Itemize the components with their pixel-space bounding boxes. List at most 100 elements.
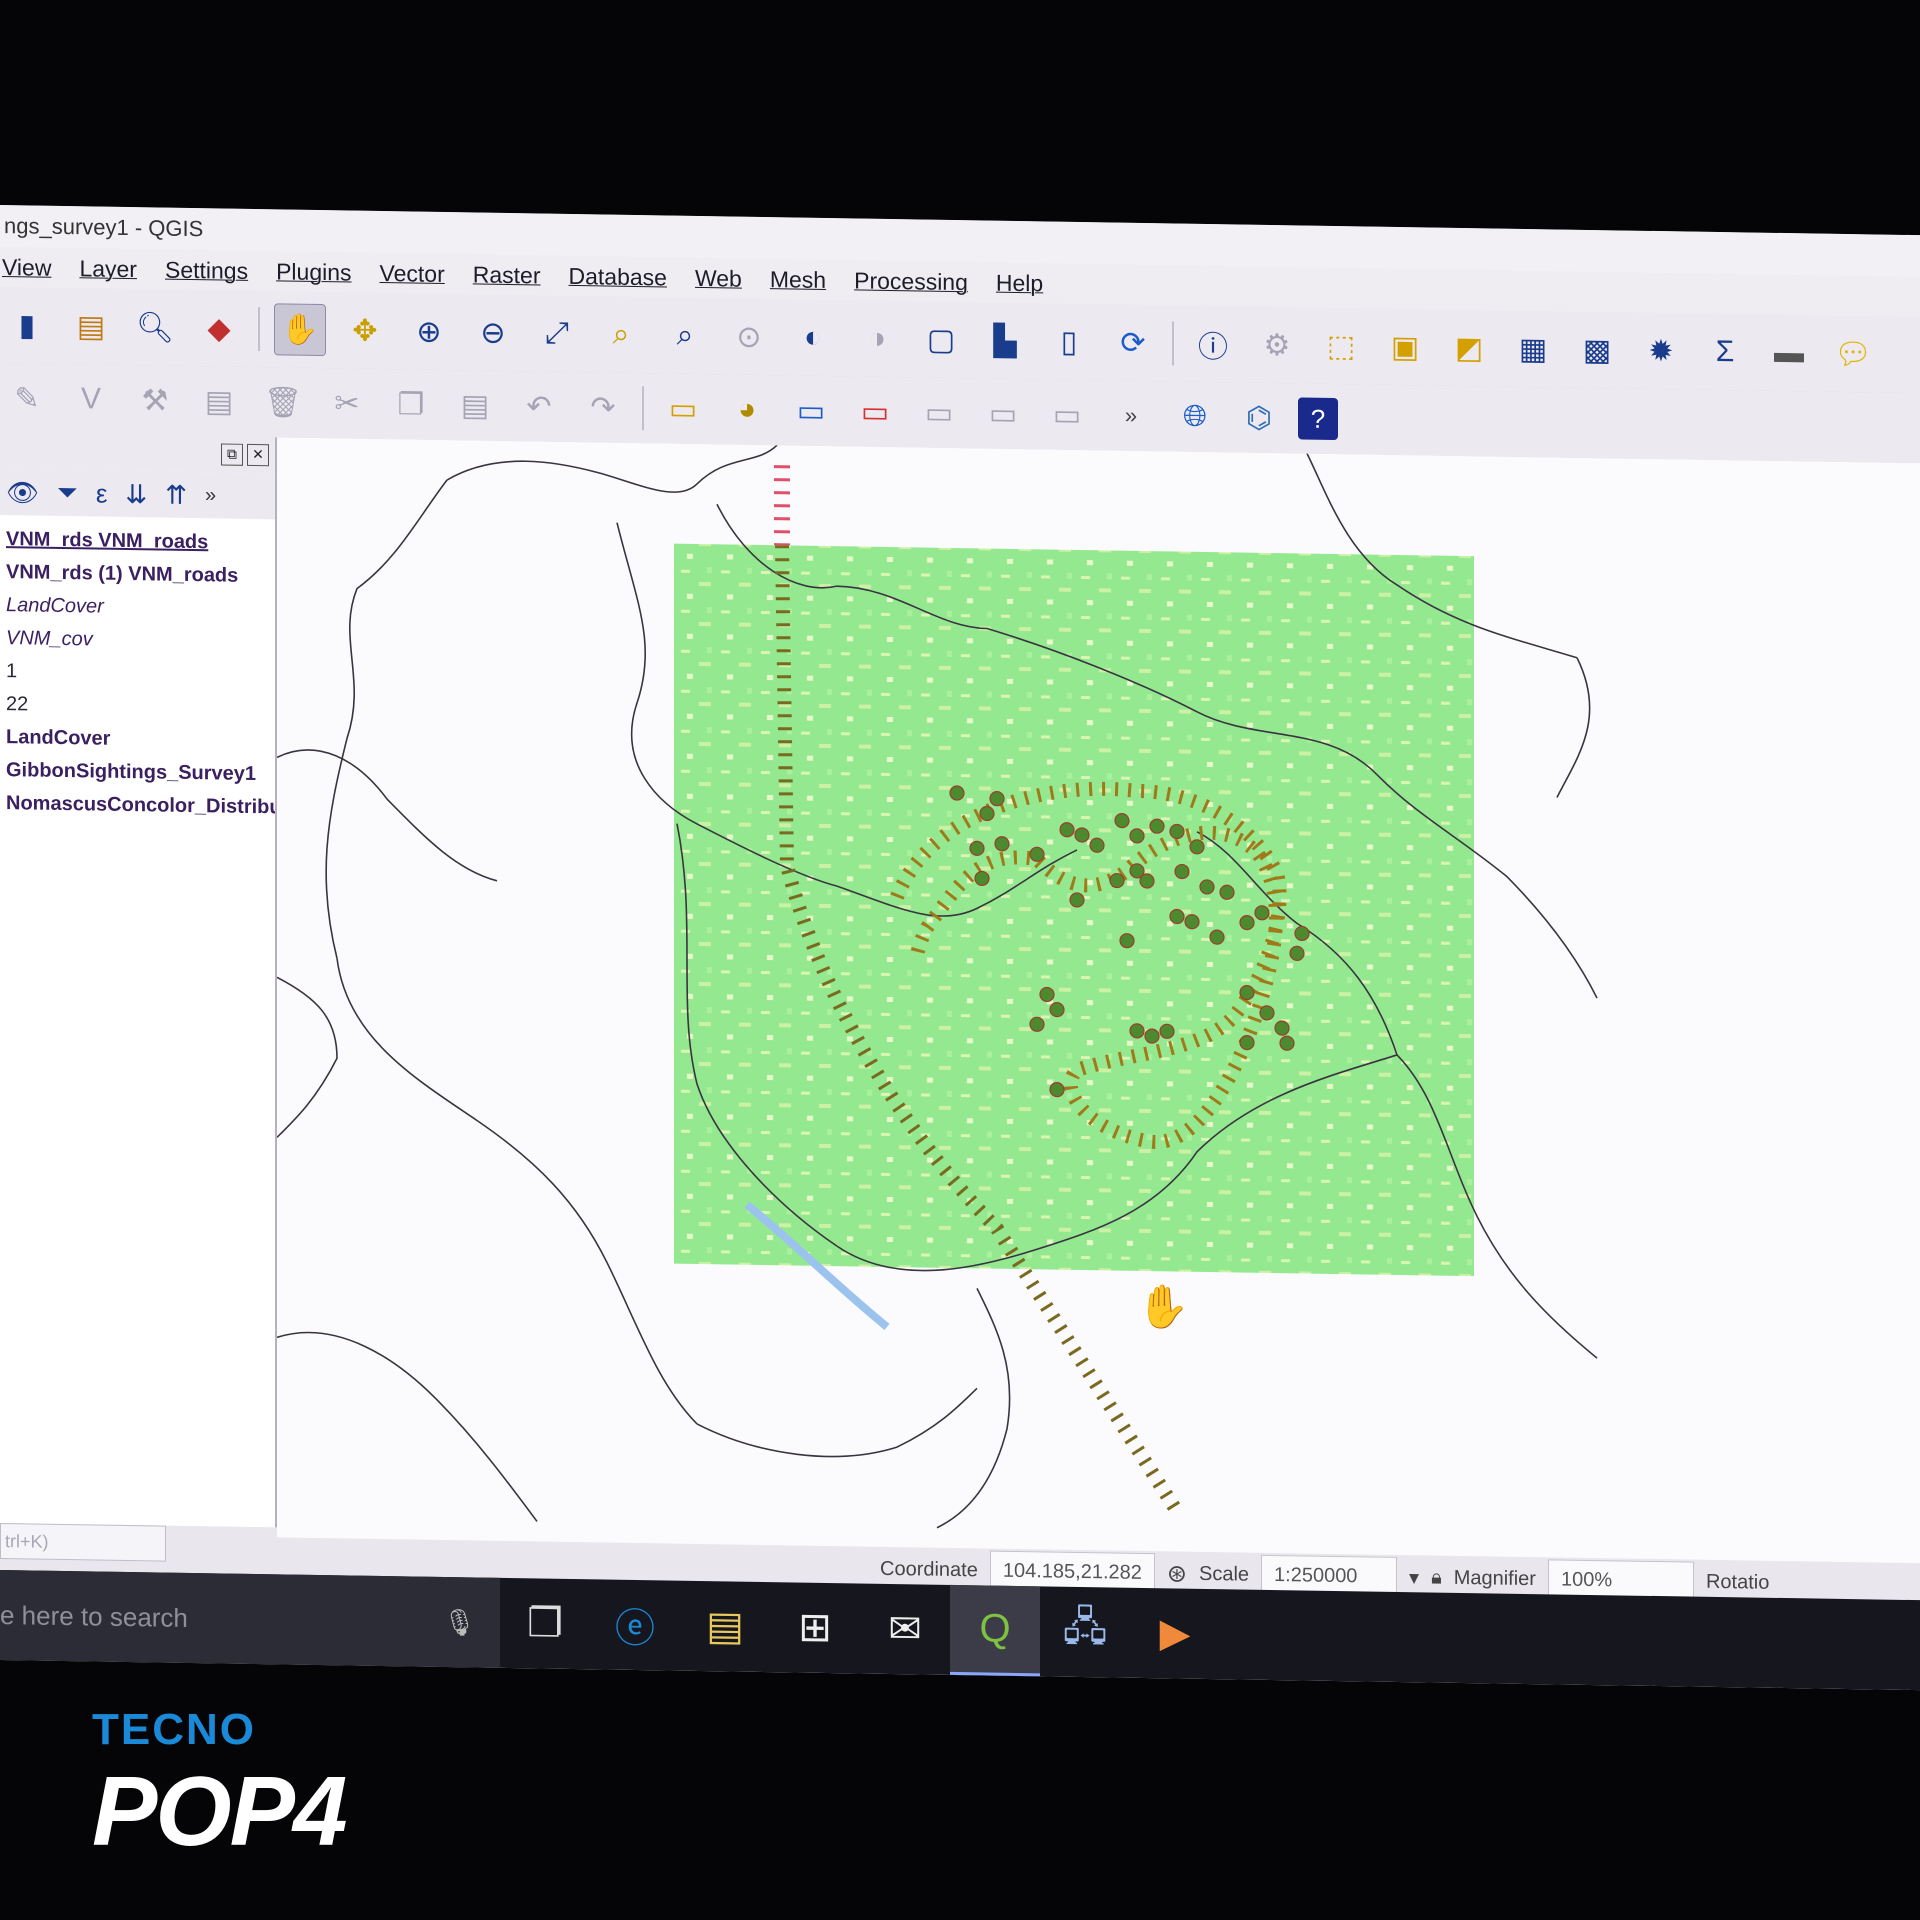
menu-mesh[interactable]: Mesh: [770, 266, 826, 294]
menu-help[interactable]: Help: [996, 269, 1043, 297]
rotate-label-icon[interactable]: ▭: [978, 388, 1028, 439]
show-bookmarks-icon[interactable]: ▯: [1044, 316, 1094, 367]
layers-panel-toolbar: 👁︎ ⏷ ε ⇊ ⇈ »: [0, 469, 275, 520]
new-map-view-icon[interactable]: ▢: [916, 314, 966, 365]
expression-filter-icon[interactable]: ε: [96, 478, 108, 509]
web-globe-icon[interactable]: 🌐︎: [1170, 391, 1220, 442]
menu-web[interactable]: Web: [695, 264, 742, 292]
identify-icon[interactable]: ⓘ: [1188, 319, 1238, 370]
expand-all-icon[interactable]: ⇊: [125, 478, 147, 509]
scale-dropdown-icon[interactable]: ▾: [1409, 1565, 1419, 1590]
locator-search-input[interactable]: trl+K): [0, 1523, 166, 1562]
watermark-brand: TECNO: [92, 1705, 256, 1754]
map-canvas[interactable]: ✋: [277, 437, 1920, 1564]
vertex-tool-icon[interactable]: ⚒: [130, 375, 180, 426]
delete-selected-icon[interactable]: 🗑︎: [258, 377, 308, 428]
taskbar-search[interactable]: e here to search 🎙︎: [0, 1570, 500, 1668]
edge-icon[interactable]: ⓔ: [590, 1579, 680, 1670]
qgis-icon[interactable]: Q: [950, 1584, 1040, 1677]
processing-toolbox-icon[interactable]: ✹: [1636, 326, 1686, 377]
save-project-icon[interactable]: ▮: [2, 300, 52, 351]
copy-features-icon[interactable]: ❐: [386, 379, 436, 430]
float-panel-icon[interactable]: ⧉: [221, 443, 243, 466]
select-features-icon[interactable]: ⬚: [1316, 321, 1366, 372]
menu-view[interactable]: View: [2, 254, 51, 282]
close-panel-icon[interactable]: ✕: [247, 443, 269, 467]
store-icon[interactable]: ⊞: [770, 1582, 860, 1673]
undo-icon[interactable]: ↶: [514, 381, 564, 432]
task-view-icon[interactable]: ❐: [500, 1578, 590, 1669]
layers-panel: ⧉ ✕ 👁︎ ⏷ ε ⇊ ⇈ » VNM_rds VNM_roads VNM_r…: [0, 433, 277, 1562]
layer-item[interactable]: VNM_rds VNM_roads: [0, 523, 275, 560]
toggle-editing-icon[interactable]: ✎: [2, 373, 52, 424]
move-label-icon[interactable]: ▭: [914, 387, 964, 438]
layout-manager-icon[interactable]: 🔍︎: [130, 302, 180, 353]
modify-attributes-icon[interactable]: ▤: [194, 376, 244, 427]
zoom-next-icon[interactable]: ◑: [852, 313, 902, 364]
python-console-icon[interactable]: ⌬: [1234, 392, 1284, 443]
map-tips-icon[interactable]: 💬︎: [1828, 329, 1878, 380]
toolbar-separator: [1172, 321, 1174, 366]
layer-item[interactable]: 1: [0, 655, 275, 692]
refresh-icon[interactable]: ⟳: [1108, 317, 1158, 368]
cut-features-icon[interactable]: ✂: [322, 378, 372, 429]
field-calculator-icon[interactable]: ▩: [1572, 325, 1622, 376]
add-feature-icon[interactable]: V: [66, 374, 116, 425]
label-tool-icon[interactable]: ▭: [658, 383, 708, 434]
zoom-full-icon[interactable]: ⤢: [532, 308, 582, 359]
menu-raster[interactable]: Raster: [473, 261, 541, 289]
statistics-icon[interactable]: Σ: [1700, 327, 1750, 378]
microphone-icon[interactable]: 🎙︎: [443, 1606, 476, 1638]
highlight-pinned-labels-icon[interactable]: ▭: [850, 386, 900, 437]
mail-icon[interactable]: ✉: [860, 1584, 950, 1675]
pan-icon[interactable]: ✋: [274, 303, 326, 357]
pan-to-selection-icon[interactable]: ✥: [340, 305, 390, 356]
new-print-layout-icon[interactable]: ▤: [66, 301, 116, 352]
attribute-table-icon[interactable]: ▦: [1508, 324, 1558, 375]
deselect-icon[interactable]: ◩: [1444, 323, 1494, 374]
help-icon[interactable]: ?: [1298, 397, 1338, 441]
magnifier-label: Magnifier: [1453, 1566, 1536, 1590]
zoom-to-layer-icon[interactable]: ⌕: [660, 310, 710, 361]
file-explorer-icon[interactable]: ▤: [680, 1581, 770, 1672]
zoom-to-selection-icon[interactable]: ⌕: [596, 309, 646, 360]
pin-labels-icon[interactable]: ▭: [786, 385, 836, 436]
search-placeholder: e here to search: [0, 1599, 188, 1633]
layer-tree: VNM_rds VNM_roads VNM_rds (1) VNM_roads …: [0, 515, 275, 824]
measure-icon[interactable]: ▬: [1764, 328, 1814, 379]
more-icon[interactable]: »: [205, 484, 216, 507]
more-tools-icon[interactable]: »: [1106, 390, 1156, 441]
layer-item[interactable]: LandCover: [0, 721, 275, 758]
layer-item[interactable]: 22: [0, 688, 275, 725]
menu-database[interactable]: Database: [569, 262, 667, 291]
menu-settings[interactable]: Settings: [165, 256, 248, 284]
eye-icon[interactable]: 👁︎: [6, 477, 39, 509]
zoom-native-icon[interactable]: ⊙: [724, 311, 774, 362]
lock-scale-icon[interactable]: 🔒︎: [1431, 1566, 1442, 1589]
crs-toggle-icon[interactable]: ⊛: [1167, 1559, 1187, 1588]
style-manager-icon[interactable]: ◆: [194, 303, 244, 354]
layer-item[interactable]: VNM_cov: [0, 622, 275, 659]
open-attribute-table-icon[interactable]: ▣: [1380, 322, 1430, 373]
run-action-icon[interactable]: ⚙: [1252, 320, 1302, 371]
layer-item[interactable]: GibbonSightings_Survey1: [0, 754, 275, 791]
filter-icon[interactable]: ⏷: [57, 477, 78, 509]
layer-item[interactable]: VNM_rds (1) VNM_roads: [0, 556, 275, 593]
layer-item[interactable]: LandCover: [0, 589, 275, 626]
paste-features-icon[interactable]: ▤: [450, 380, 500, 431]
menu-layer[interactable]: Layer: [79, 255, 137, 283]
network-icon[interactable]: 🖧︎: [1040, 1586, 1130, 1677]
collapse-all-icon[interactable]: ⇈: [165, 479, 187, 510]
zoom-in-icon[interactable]: ⊕: [404, 306, 454, 357]
new-bookmark-icon[interactable]: ▙: [980, 315, 1030, 366]
menu-vector[interactable]: Vector: [380, 259, 445, 287]
change-label-icon[interactable]: ▭: [1042, 389, 1092, 440]
zoom-last-icon[interactable]: ◐: [788, 312, 838, 363]
zoom-out-icon[interactable]: ⊖: [468, 307, 518, 358]
layer-item[interactable]: NomascusConcolor_Distribution: [0, 787, 275, 824]
menu-processing[interactable]: Processing: [854, 267, 968, 296]
media-player-icon[interactable]: ▶: [1130, 1588, 1220, 1679]
diagram-tool-icon[interactable]: ◕: [722, 384, 772, 435]
redo-icon[interactable]: ↷: [578, 382, 628, 433]
menu-plugins[interactable]: Plugins: [276, 258, 351, 286]
